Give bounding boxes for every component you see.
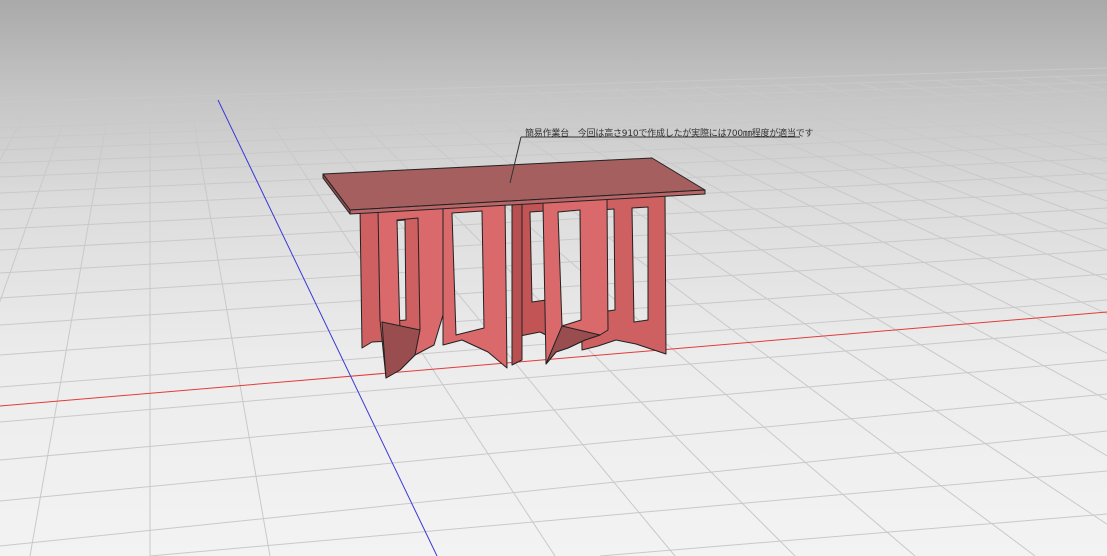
leg-panel[interactable]	[511, 202, 523, 366]
3d-viewport[interactable]: 簡易作業台 今回は高さ910で作成したが実際には700㎜程度が適当です	[0, 0, 1107, 556]
leg-panel[interactable]	[442, 199, 508, 369]
annotation-text[interactable]: 簡易作業台 今回は高さ910で作成したが実際には700㎜程度が適当です	[525, 126, 814, 139]
workbench-model[interactable]	[322, 157, 706, 379]
leg-shadow	[381, 321, 421, 379]
viewport-scene	[0, 67, 1107, 556]
